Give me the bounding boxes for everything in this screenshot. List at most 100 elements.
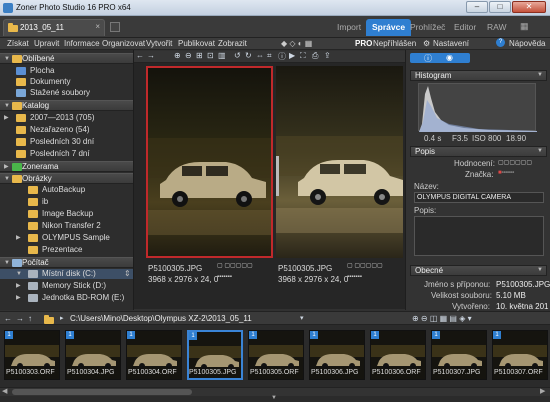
sidebar-item-memory-stick[interactable]: ▶ Memory Stick (D:) xyxy=(16,281,106,291)
sidebar-item-2007-2013[interactable]: ▶ 2007—2013 (705) xyxy=(4,113,95,123)
actual-size-icon[interactable]: ⊡ xyxy=(207,51,214,60)
collapse-arrow-icon[interactable]: ▼ xyxy=(537,71,543,80)
minimize-button[interactable]: – xyxy=(466,1,488,13)
sidebar-item-drive-c[interactable]: ▼ Místní disk (C:) ⇕ xyxy=(0,269,133,279)
login-status[interactable]: Nepříhlášen xyxy=(373,39,416,48)
sidebar-item-image-backup[interactable]: Image Backup xyxy=(28,209,93,219)
sidebar-item-nezarazeno[interactable]: Nezařazeno (54) xyxy=(16,125,90,135)
tab-import[interactable]: Import xyxy=(331,19,367,36)
scroll-right-icon[interactable]: ▶ xyxy=(540,387,545,395)
histogram-header[interactable]: Histogram ▼ xyxy=(410,70,547,81)
sidebar-item-prezentace[interactable]: Prezentace xyxy=(28,245,82,255)
menu-ziskat[interactable]: Získat xyxy=(7,39,29,48)
sidebar-item-30-dni[interactable]: Posledních 30 dní xyxy=(16,137,94,147)
folder-icon xyxy=(16,138,26,146)
crop-icon[interactable]: ⌗ xyxy=(267,51,272,61)
section-zonerama[interactable]: ▶ Zonerama xyxy=(0,161,133,172)
menu-informace[interactable]: Informace xyxy=(64,39,100,48)
toolbar-icons-group[interactable]: ◆ ◇ ◐ ▦ xyxy=(281,39,312,48)
sidebar-item-label: Plocha xyxy=(30,66,55,75)
up-icon[interactable]: ↑ xyxy=(28,314,32,323)
scroll-thumb[interactable] xyxy=(12,389,192,395)
forward-icon[interactable]: → xyxy=(147,51,155,60)
sidebar-item-autobackup[interactable]: AutoBackup xyxy=(28,185,86,195)
rotate-left-icon[interactable]: ↺ xyxy=(234,51,241,60)
collapse-filmstrip-icon[interactable]: ▼ xyxy=(271,395,277,401)
help-link[interactable]: Nápověda xyxy=(509,39,545,48)
menu-upravit[interactable]: Upravit xyxy=(34,39,59,48)
sidebar-item-bd-rom[interactable]: ▶ Jednotka BD-ROM (E:) xyxy=(16,293,124,303)
section-obrazky[interactable]: ▼ Obrázky xyxy=(0,173,133,184)
grid-view-icon[interactable]: ▦ xyxy=(520,21,529,32)
info-overlay-icon[interactable]: ⓘ xyxy=(278,51,286,62)
zoom-out-icon[interactable]: ⊖ xyxy=(185,51,192,60)
close-button[interactable]: ✕ xyxy=(512,1,546,13)
tab-prohlizec[interactable]: Prohlížeč xyxy=(404,19,451,36)
menu-vytvorit[interactable]: Vytvořit xyxy=(146,39,172,48)
tab-close-icon[interactable]: × xyxy=(95,22,100,31)
sidebar-item-nikon-transfer[interactable]: Nikon Transfer 2 xyxy=(28,221,101,231)
sidebar-item-ib[interactable]: ib xyxy=(28,197,48,207)
left-rating-stars[interactable]: ▢ ▢▢▢▢▢ xyxy=(217,262,253,269)
flip-icon[interactable]: ⇔ xyxy=(256,51,264,60)
menu-publikovat[interactable]: Publikovat xyxy=(178,39,215,48)
rating-stars[interactable]: ▢▢▢▢▢▢ xyxy=(498,159,532,166)
maximize-button[interactable]: □ xyxy=(489,1,511,13)
sidebar-item-7-dni[interactable]: Posledních 7 dní xyxy=(16,149,90,159)
back-icon[interactable]: ← xyxy=(136,51,144,60)
preview-left[interactable] xyxy=(146,66,273,258)
fit-icon[interactable]: ⊞ xyxy=(196,51,203,60)
gear-icon[interactable]: ⚙ xyxy=(423,39,430,48)
forward-icon[interactable]: → xyxy=(16,314,24,323)
right-tag-icons[interactable]: ▪▪▪▪▪▪▪ xyxy=(347,274,362,280)
collapse-arrow-icon[interactable]: ▼ xyxy=(537,147,543,156)
collapse-arrow-icon[interactable]: ▼ xyxy=(537,266,543,275)
menu-zobrazit[interactable]: Zobrazit xyxy=(218,39,247,48)
exif-iso: ISO 800 xyxy=(472,134,502,143)
filmstrip-tools-icons[interactable]: ⊕ ⊖ ◫ ▦ ▤ ◈ ▾ xyxy=(412,314,472,323)
scroll-left-icon[interactable]: ◀ xyxy=(2,387,7,395)
settings-link[interactable]: Nastavení xyxy=(433,39,469,48)
print-icon[interactable]: ⎙ xyxy=(312,51,318,61)
sidebar-item-olympus-sample[interactable]: ▶ OLYMPUS Sample xyxy=(16,233,110,243)
fullscreen-icon[interactable]: ⛶ xyxy=(300,51,306,61)
general-header[interactable]: Obecné ▼ xyxy=(410,265,547,276)
sidebar-item-label: Místní disk (C:) xyxy=(42,269,96,278)
tab-editor[interactable]: Editor xyxy=(448,19,482,36)
share-icon[interactable]: ⇪ xyxy=(324,51,331,60)
path-text[interactable]: C:\Users\Mino\Desktop\Olympus XZ-2\2013_… xyxy=(70,314,252,323)
eye-tab-icon[interactable]: ◉ xyxy=(446,53,453,62)
tab-raw[interactable]: RAW xyxy=(481,19,513,36)
section-pocitac[interactable]: ▼ Počítač xyxy=(0,257,133,268)
right-rating-stars[interactable]: ▢ ▢▢▢▢▢ xyxy=(347,262,383,269)
sidebar-item-label: AutoBackup xyxy=(42,185,86,194)
zoom-in-icon[interactable]: ⊕ xyxy=(174,51,181,60)
sidebar-item-plocha[interactable]: Plocha xyxy=(16,66,55,76)
path-menu-icon[interactable]: ▾ xyxy=(300,314,304,322)
info-tab-icon[interactable]: ⓘ xyxy=(424,53,432,64)
sidebar-item-dokumenty[interactable]: Dokumenty xyxy=(16,77,70,87)
tab-row: 2013_05_11 × Import Správce Prohlížeč Ed… xyxy=(0,16,550,38)
scroll-arrow-icon[interactable]: ⇕ xyxy=(124,269,131,279)
title-field[interactable]: OLYMPUS DIGITAL CAMERA xyxy=(414,192,544,203)
section-katalog[interactable]: ▼ Katalog xyxy=(0,100,133,111)
path-dropdown-icon[interactable]: ▸ xyxy=(60,314,64,322)
help-icon[interactable]: ? xyxy=(496,38,505,47)
thumbnail-badge: 1 xyxy=(5,331,13,339)
menu-organizovat[interactable]: Organizovat xyxy=(102,39,145,48)
description-header[interactable]: Popis ▼ xyxy=(410,146,547,157)
folder-icon xyxy=(16,126,26,134)
left-tag-icons[interactable]: ▪▪▪▪▪▪▪ xyxy=(217,274,232,280)
rotate-right-icon[interactable]: ↻ xyxy=(245,51,252,60)
compare-icon[interactable]: ▥ xyxy=(218,51,226,60)
preview-right[interactable] xyxy=(276,66,403,258)
sidebar-item-stazene[interactable]: Stažené soubory xyxy=(16,88,90,98)
section-oblibene[interactable]: ▼ Oblíbené xyxy=(0,53,133,64)
description-field[interactable] xyxy=(414,216,544,256)
document-tab[interactable]: 2013_05_11 × xyxy=(3,19,105,36)
color-tag-selector[interactable]: ■▫▫▫▫▫▫ xyxy=(498,170,514,176)
slideshow-icon[interactable]: ▶ xyxy=(289,51,295,60)
info-tab-strip[interactable] xyxy=(410,53,470,63)
back-icon[interactable]: ← xyxy=(4,314,12,323)
new-tab-icon[interactable] xyxy=(110,22,120,32)
